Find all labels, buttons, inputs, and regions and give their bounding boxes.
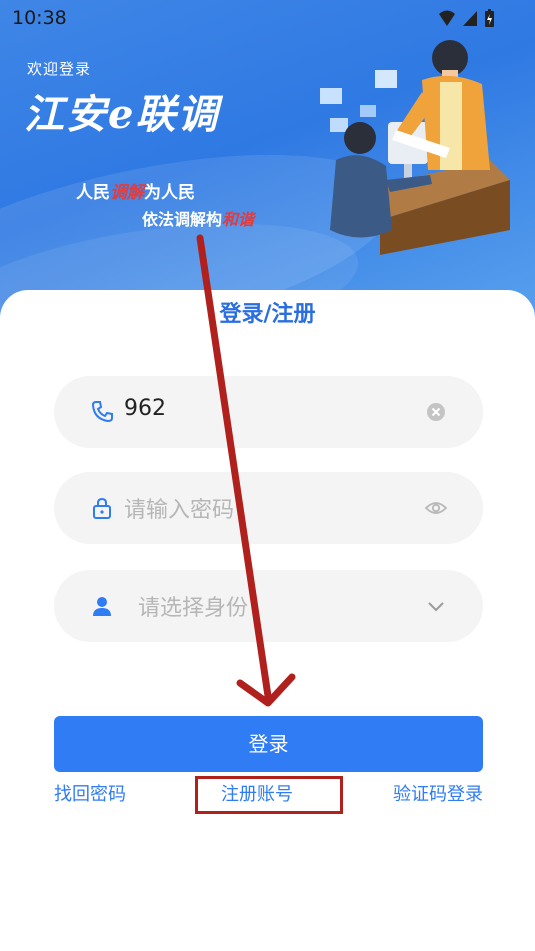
identity-select[interactable]: 请选择身份 bbox=[54, 570, 483, 642]
wifi-icon bbox=[439, 10, 455, 26]
page-title: 登录/注册 bbox=[219, 302, 316, 327]
app-title: 江安e联调 bbox=[24, 91, 220, 138]
slogan-text: 人民 bbox=[76, 183, 110, 203]
chevron-down-icon[interactable] bbox=[425, 595, 447, 617]
user-icon bbox=[93, 597, 111, 616]
slogan-text: 依法调解构 bbox=[142, 210, 223, 229]
slogan-text: 为人民 bbox=[144, 183, 195, 203]
sms-login-link[interactable]: 验证码登录 bbox=[393, 780, 483, 806]
signal-icon bbox=[463, 11, 477, 26]
header-banner: 10:38 欢迎登录 江安e联调 人民调解为人民 依法调解构和谐 bbox=[0, 0, 535, 330]
slogan-highlight: 调解 bbox=[110, 183, 144, 203]
mediation-illustration bbox=[320, 40, 510, 255]
login-button[interactable]: 登录 bbox=[54, 716, 483, 772]
forgot-password-link[interactable]: 找回密码 bbox=[54, 780, 126, 806]
clear-icon[interactable] bbox=[425, 401, 447, 423]
battery-icon bbox=[485, 9, 494, 27]
identity-select-value[interactable]: 请选择身份 bbox=[138, 590, 248, 622]
status-time: 10:38 bbox=[12, 7, 67, 29]
status-icons bbox=[439, 9, 494, 27]
welcome-text: 欢迎登录 bbox=[27, 60, 92, 78]
password-field[interactable]: 请输入密码 bbox=[54, 472, 483, 544]
annotation-highlight-box bbox=[195, 776, 343, 814]
eye-icon[interactable] bbox=[425, 497, 447, 519]
slogan-line-1: 人民调解为人民 bbox=[76, 178, 195, 203]
phone-field[interactable]: 962 bbox=[54, 376, 483, 448]
slogan-highlight: 和谐 bbox=[222, 210, 255, 229]
phone-input[interactable]: 962 bbox=[124, 396, 166, 421]
lock-icon bbox=[93, 497, 111, 519]
phone-icon bbox=[91, 401, 113, 423]
password-input[interactable]: 请输入密码 bbox=[124, 492, 234, 524]
slogan-line-2: 依法调解构和谐 bbox=[142, 206, 254, 230]
